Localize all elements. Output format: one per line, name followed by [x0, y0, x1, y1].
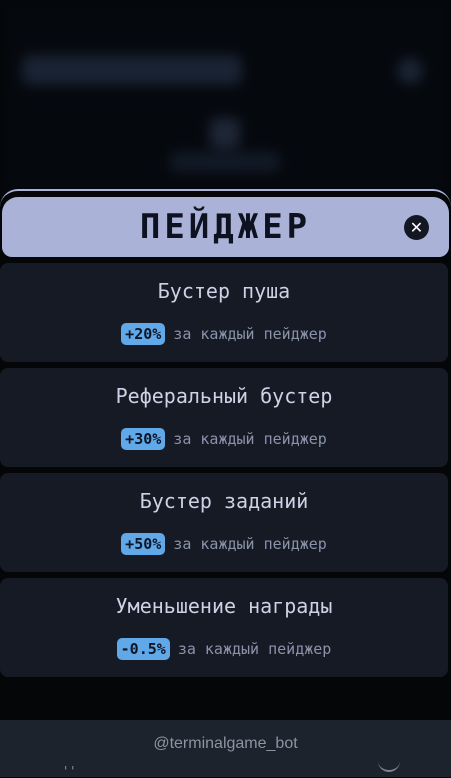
booster-title: Уменьшение награды — [115, 594, 333, 618]
booster-card-push: Бустер пуша +20% за каждый пейджер — [0, 263, 448, 362]
modal-title: ПЕЙДЖЕР — [139, 207, 312, 247]
booster-suffix: за каждый пейджер — [173, 325, 327, 343]
booster-value-badge: +30% — [121, 428, 166, 450]
background-header-bar — [22, 55, 242, 85]
bot-handle[interactable]: @terminalgame_bot — [0, 735, 451, 753]
booster-row: +50% за каждый пейджер — [0, 533, 448, 555]
booster-title: Реферальный бустер — [115, 384, 333, 408]
booster-title: Бустер заданий — [139, 489, 309, 513]
pager-modal: ПЕЙДЖЕР ✕ Бустер пуша +20% за каждый пейд… — [0, 189, 451, 720]
background-avatar — [397, 58, 423, 84]
booster-value-badge: +20% — [121, 323, 166, 345]
booster-title: Бустер пуша — [157, 279, 291, 303]
booster-row: -0.5% за каждый пейджер — [0, 638, 448, 660]
modal-header: ПЕЙДЖЕР ✕ — [2, 197, 449, 257]
booster-value-badge: -0.5% — [116, 638, 170, 660]
booster-card-tasks: Бустер заданий +50% за каждый пейджер — [0, 473, 448, 572]
background-app — [0, 0, 451, 200]
booster-row: +30% за каждый пейджер — [0, 428, 448, 450]
booster-row: +20% за каждый пейджер — [0, 323, 448, 345]
close-icon: ✕ — [409, 218, 424, 237]
close-button[interactable]: ✕ — [404, 215, 429, 240]
booster-suffix: за каждый пейджер — [177, 640, 332, 658]
booster-suffix: за каждый пейджер — [173, 535, 327, 553]
background-caption — [170, 152, 280, 172]
booster-suffix: за каждый пейджер — [173, 430, 327, 448]
footer-keyboard-glyph: ' ' — [64, 764, 75, 778]
booster-value-badge: +50% — [121, 533, 166, 555]
booster-card-reward-reduction: Уменьшение награды -0.5% за каждый пейдже… — [0, 578, 448, 677]
booster-card-referral: Реферальный бустер +30% за каждый пейджер — [0, 368, 448, 467]
background-logo — [210, 118, 240, 148]
